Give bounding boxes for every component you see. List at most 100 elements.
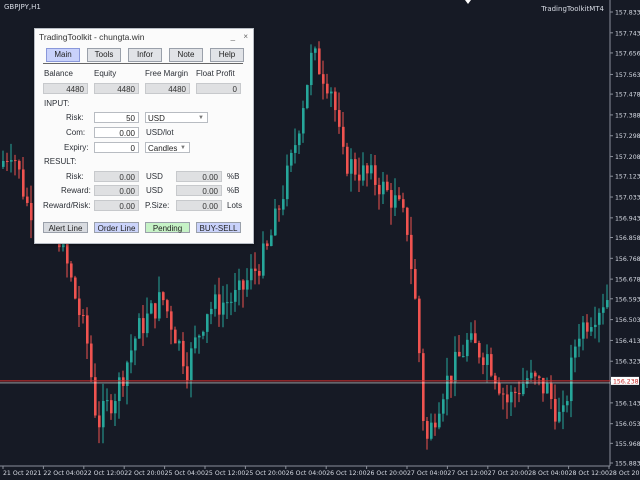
bull-candle [454,351,457,383]
bear-candle [366,165,369,174]
bull-candle [594,324,597,328]
time-tick-label: 26 Oct 12:00 [326,470,366,477]
expiry-unit-select[interactable]: Candles ▼ [145,142,190,153]
bear-candle [186,366,189,381]
bear-candle [434,422,437,428]
price-tick-label: 157.656 [615,50,640,57]
bear-candle [518,392,521,395]
price-tick-label: 155.883 [615,461,640,468]
tab-main[interactable]: Main [46,48,80,62]
time-tick-label: 27 Oct 04:00 [407,470,447,477]
com-input[interactable]: 0.00 [94,127,139,138]
price-tick-label: 157.208 [615,154,640,161]
bear-candle [514,391,517,393]
bear-candle [82,315,85,317]
result-reward-usd: 0.00 [94,185,139,196]
bull-candle [598,312,601,325]
bear-candle [426,421,429,439]
bull-candle [294,145,297,153]
tab-divider [43,63,243,64]
bull-candle [134,338,137,351]
time-tick-label: 25 Oct 04:00 [165,470,205,477]
bear-candle [318,48,321,75]
tab-tools[interactable]: Tools [87,48,121,62]
bull-candle [306,85,309,109]
bull-candle [582,322,585,339]
expiry-input-label: Expiry: [64,143,89,152]
time-tick-label: 26 Oct 04:00 [286,470,326,477]
bull-candle [2,160,5,167]
bear-candle [554,399,557,422]
bear-candle [242,280,245,290]
bull-candle [438,413,441,428]
bull-candle [486,354,489,365]
bull-candle [602,307,605,313]
bear-candle [170,311,173,330]
balance-label: Balance [44,69,73,78]
price-tick-label: 157.033 [615,195,640,202]
bull-candle [226,302,229,304]
bull-candle [362,165,365,181]
pending-button[interactable]: Pending [145,222,190,233]
time-tick-label: 22 Oct 12:00 [84,470,124,477]
result-risk-pct-unit: %B [227,172,240,181]
bear-candle [390,190,393,208]
bear-candle [18,160,21,170]
alert-line-button[interactable]: Alert Line [43,222,88,233]
balance-value: 4480 [43,83,88,94]
risk-input[interactable]: 50 [94,112,139,123]
bear-candle [174,329,177,344]
bull-candle [310,52,313,86]
bull-candle [214,294,217,309]
price-tick-label: 157.123 [615,174,640,181]
tab-note[interactable]: Note [169,48,203,62]
bull-candle [350,159,353,174]
buy-sell-button[interactable]: BUY-SELL [196,222,241,233]
bull-candle [178,340,181,344]
bull-candle [238,280,241,290]
input-section-label: INPUT: [44,99,70,108]
price-tick-label: 157.743 [615,30,640,37]
bear-candle [142,318,145,334]
chevron-down-icon: ▼ [198,115,204,121]
price-tick-label: 157.298 [615,133,640,140]
com-input-label: Com: [66,128,86,137]
float-profit-label: Float Profit [196,69,235,78]
psize-unit: Lots [227,201,243,210]
bull-candle [446,375,449,400]
tab-infor[interactable]: Infor [128,48,162,62]
result-risk-usd-unit: USD [146,172,163,181]
result-reward-usd-unit: USD [146,186,163,195]
bull-candle [138,318,141,339]
price-tick-label: 155.968 [615,441,640,448]
expiry-input[interactable]: 0 [94,142,139,153]
time-tick-label: 28 Oct 04:00 [528,470,568,477]
bull-candle [274,208,277,236]
trading-toolkit-panel[interactable]: TradingToolkit - chungta.win _ × Main To… [34,28,254,244]
bull-candle [330,91,333,94]
risk-input-label: Risk: [66,113,84,122]
bear-candle [386,181,389,191]
order-line-button[interactable]: Order Line [94,222,139,233]
bull-candle [250,268,253,281]
bear-candle [258,270,261,276]
minimize-icon[interactable]: _ [231,32,235,41]
tab-help[interactable]: Help [210,48,244,62]
psize-label: P.Size: [145,201,170,210]
price-tick-label: 156.858 [615,235,640,242]
bear-candle [586,322,589,332]
bear-candle [338,110,341,127]
bear-candle [30,202,33,221]
bull-candle [206,314,209,332]
bull-candle [194,337,197,349]
price-tick-label: 156.323 [615,359,640,366]
bull-candle [394,195,397,208]
bear-candle [402,199,405,208]
bull-candle [102,400,105,428]
bull-candle [382,181,385,195]
bear-candle [6,160,9,162]
risk-currency-select[interactable]: USD ▼ [145,112,208,123]
bear-candle [22,169,25,197]
bull-candle [210,308,213,315]
close-icon[interactable]: × [243,32,248,41]
